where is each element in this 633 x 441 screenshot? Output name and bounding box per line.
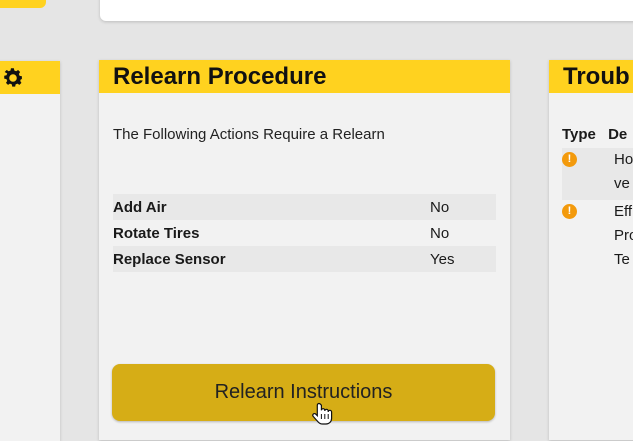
table-row[interactable]: ! Eff Pro Te xyxy=(562,200,633,276)
action-label: Replace Sensor xyxy=(113,250,226,268)
troubleshooting-card-title: Troub xyxy=(563,63,630,90)
table-row: Add Air No xyxy=(113,194,496,220)
table-row: Rotate Tires No xyxy=(113,220,496,246)
warning-icon: ! xyxy=(562,204,577,219)
relearn-instructions-button[interactable]: Relearn Instructions xyxy=(112,364,495,421)
table-row: Replace Sensor Yes xyxy=(113,246,496,272)
issue-line: ve xyxy=(614,175,630,192)
troubleshooting-card: Troub Type De ! Ho ve ! Eff Pro Te xyxy=(549,60,633,440)
troubleshooting-card-header: Troub xyxy=(549,60,633,93)
issue-line: Eff xyxy=(614,203,633,220)
issue-line: Pro xyxy=(614,227,633,244)
relearn-subtitle: The Following Actions Require a Relearn xyxy=(113,126,385,143)
issue-line: Ho xyxy=(614,151,633,168)
table-row[interactable]: ! Ho ve xyxy=(562,148,633,200)
top-card xyxy=(100,0,633,21)
issue-line: Te xyxy=(614,251,630,268)
action-label: Rotate Tires xyxy=(113,224,200,242)
action-label: Add Air xyxy=(113,198,167,216)
settings-card xyxy=(0,61,60,441)
top-left-tab xyxy=(0,0,46,8)
relearn-card-header: Relearn Procedure xyxy=(99,60,510,93)
action-value: No xyxy=(430,224,450,242)
relearn-actions-table: Add Air No Rotate Tires No Replace Senso… xyxy=(113,194,496,272)
issue-description: Ho ve xyxy=(614,148,633,196)
action-value: No xyxy=(430,198,450,216)
type-column-header: Type xyxy=(562,126,596,143)
relearn-card-title: Relearn Procedure xyxy=(113,63,327,90)
relearn-procedure-card: Relearn Procedure The Following Actions … xyxy=(99,60,510,440)
action-value: Yes xyxy=(430,250,455,268)
troubleshooting-table-header: Type De xyxy=(562,126,627,143)
description-column-header: De xyxy=(608,126,628,143)
hand-cursor-icon xyxy=(312,402,333,425)
warning-icon: ! xyxy=(562,152,577,167)
issue-description: Eff Pro Te xyxy=(614,200,633,272)
gear-icon[interactable] xyxy=(0,65,26,91)
settings-card-header xyxy=(0,61,60,94)
